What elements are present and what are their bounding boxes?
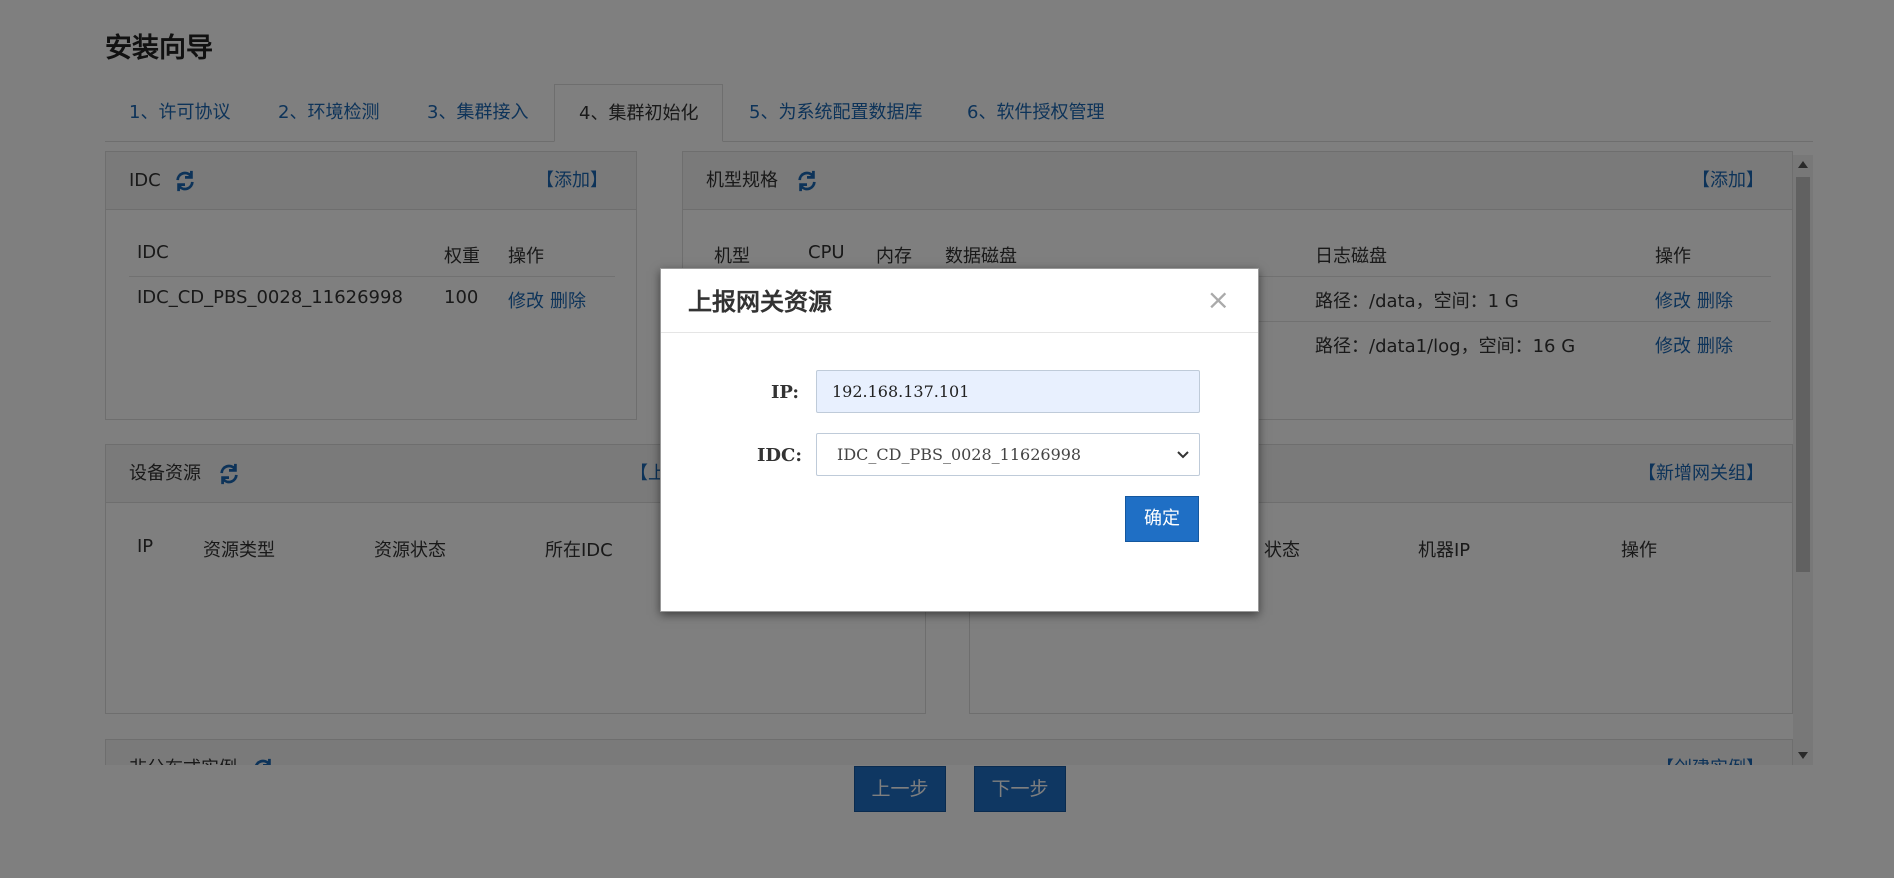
idc-select[interactable]: IDC_CD_PBS_0028_11626998: [816, 433, 1200, 476]
chevron-down-icon: [1177, 451, 1189, 459]
dialog-title: 上报网关资源: [688, 288, 832, 316]
idc-label: IDC:: [757, 445, 802, 466]
close-icon[interactable]: ×: [1207, 283, 1230, 316]
idc-select-value: IDC_CD_PBS_0028_11626998: [837, 445, 1082, 464]
confirm-button[interactable]: 确定: [1125, 496, 1199, 542]
dialog-header: 上报网关资源 ×: [661, 269, 1258, 333]
report-gateway-dialog: 上报网关资源 × IP: 192.168.137.101 IDC: IDC_CD…: [660, 268, 1259, 612]
ip-input[interactable]: 192.168.137.101: [816, 370, 1200, 413]
ip-label: IP:: [771, 382, 799, 403]
